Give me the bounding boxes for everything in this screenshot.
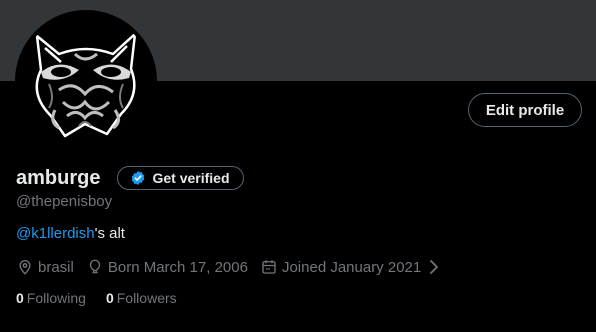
chevron-right-icon[interactable]: [425, 258, 443, 276]
location-item: brasil: [16, 258, 74, 276]
born-item: Born March 17, 2006: [86, 258, 248, 276]
following-label: Following: [26, 290, 86, 306]
get-verified-button[interactable]: Get verified: [117, 166, 244, 190]
followers-link[interactable]: 0 Followers: [106, 290, 177, 306]
born-text: Born March 17, 2006: [107, 258, 248, 276]
followers-label: Followers: [116, 290, 177, 306]
joined-text: Joined January 2021: [281, 258, 422, 276]
joined-item[interactable]: Joined January 2021: [260, 258, 447, 276]
name-row: amburge Get verified: [16, 165, 244, 191]
location-text: brasil: [38, 258, 74, 276]
profile-stats: 0 Following 0 Followers: [16, 290, 197, 306]
bio-text: 's alt: [94, 225, 125, 242]
profile-handle: @thepenisboy: [16, 193, 113, 210]
edit-profile-button[interactable]: Edit profile: [468, 93, 582, 127]
following-count: 0: [16, 290, 24, 306]
display-name: amburge: [16, 167, 101, 189]
calendar-icon: [262, 260, 276, 274]
profile-bio: @k1llerdish's alt: [16, 225, 125, 242]
followers-count: 0: [105, 290, 114, 306]
bio-mention-link[interactable]: @k1llerdish: [16, 225, 95, 242]
avatar[interactable]: [15, 10, 157, 152]
following-link[interactable]: 0 Following: [16, 290, 86, 306]
profile-meta: brasil Born March 17, 2006 Joined Januar…: [16, 258, 459, 276]
avatar-cat-image: [19, 14, 153, 148]
verified-badge-icon: [132, 171, 145, 185]
location-pin-icon: [19, 260, 31, 275]
get-verified-label: Get verified: [152, 170, 230, 186]
balloon-icon: [89, 259, 101, 274]
